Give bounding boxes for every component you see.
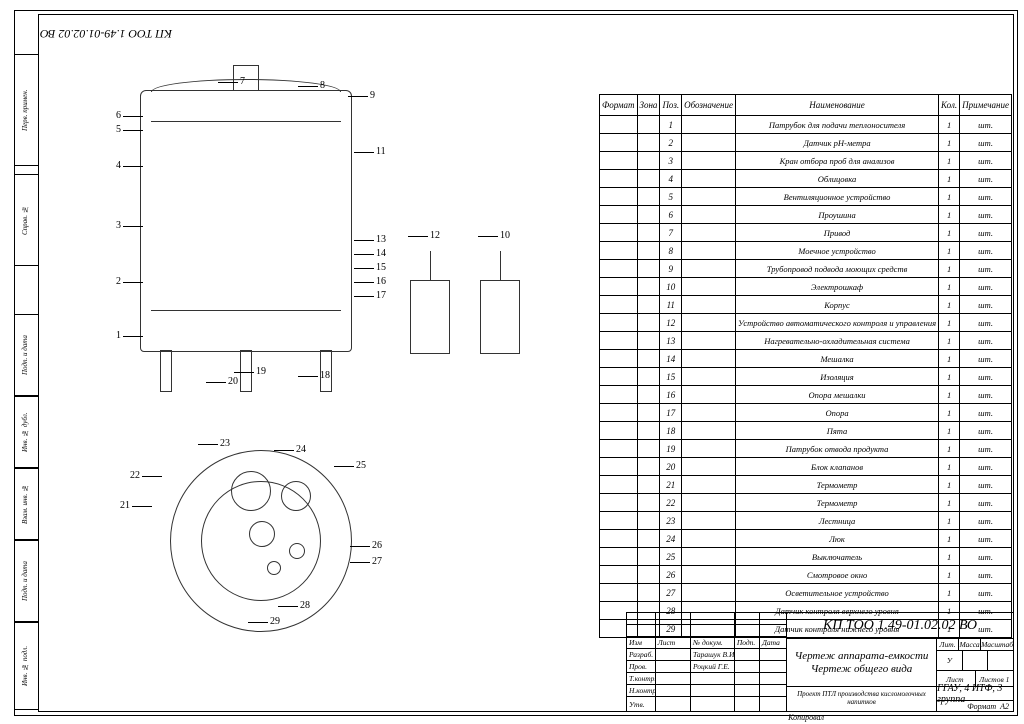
copied-by-label: Копировал — [788, 713, 824, 722]
tb-role-2: Пров. Роцкий Г.Е. — [627, 661, 787, 673]
tb-doc-number: КП ТОО 1.49-01.02.02 ВО — [787, 613, 1013, 639]
callout-16: 16 — [376, 276, 386, 287]
parts-list-header: Формат Зона Поз. Обозначение Наименовани… — [599, 95, 1011, 116]
strip-cell-5: Взам. инв. № — [14, 468, 38, 540]
callout-25: 25 — [356, 460, 366, 471]
table-row: 12Устройство автоматического контроля и … — [599, 314, 1011, 332]
tb-title: Чертеж аппарата-емкости Чертеж общего ви… — [787, 639, 937, 687]
table-row: 7Привод1шт. — [599, 224, 1011, 242]
cabinet-10 — [480, 280, 520, 354]
tb-meta: Лит. Масса Масштаб У Лист Листов 1 — [937, 639, 1013, 687]
callout-28: 28 — [300, 600, 310, 611]
table-row: 21Термометр1шт. — [599, 476, 1011, 494]
callout-14: 14 — [376, 248, 386, 259]
tb-format: Формат А2 — [937, 701, 1013, 711]
col-pos: Поз. — [660, 95, 682, 116]
callout-27: 27 — [372, 556, 382, 567]
tb-project: Проект ПТЛ производства кисломолочных на… — [787, 687, 937, 711]
callout-9: 9 — [370, 90, 375, 101]
callout-11: 11 — [376, 146, 386, 157]
callout-10: 10 — [500, 230, 510, 241]
title-block: Изм Лист № докум. Подп. Дата Разраб. Тар… — [626, 612, 1014, 712]
table-row: 27Осветительное устройство1шт. — [599, 584, 1011, 602]
col-designation: Обозначение — [682, 95, 736, 116]
tb-role-1: Разраб. Тарашук В.И. — [627, 649, 787, 661]
table-row: 14Мешалка1шт. — [599, 350, 1011, 368]
callout-4: 4 — [116, 160, 121, 171]
left-strip: Перв. примен. Справ. № Подп. и дата Инв.… — [14, 14, 39, 712]
drawing-sheet: КП ТОО 1.49-01.02.02 ВО Перв. примен. Сп… — [0, 0, 1024, 724]
strip-cell-3: Подп. и дата — [14, 314, 38, 396]
callout-21: 21 — [120, 500, 130, 511]
doc-number-mirrored: КП ТОО 1.49-01.02.02 ВО — [40, 24, 240, 40]
col-zone: Зона — [637, 95, 660, 116]
table-row: 9Трубопровод подвода моющих средств1шт. — [599, 260, 1011, 278]
col-name: Наименование — [736, 95, 939, 116]
strip-cell-2: Справ. № — [14, 174, 38, 266]
tb-header-row: Изм Лист № докум. Подп. Дата — [627, 637, 787, 649]
table-row: 18Пята1шт. — [599, 422, 1011, 440]
tb-role-3: Т.контр. — [627, 673, 787, 685]
callout-15: 15 — [376, 262, 386, 273]
cabinet-12 — [410, 280, 450, 354]
tb-org: ГГАУ, 4 ИТФ, 3 группа — [937, 687, 1013, 701]
table-row: 6Проушина1шт. — [599, 206, 1011, 224]
callout-8: 8 — [320, 80, 325, 91]
table-row: 8Моечное устройство1шт. — [599, 242, 1011, 260]
callout-13: 13 — [376, 234, 386, 245]
tank-top-view — [170, 450, 352, 632]
callout-17: 17 — [376, 290, 386, 301]
table-row: 23Лестница1шт. — [599, 512, 1011, 530]
col-format: Формат — [599, 95, 637, 116]
tank-side-view — [140, 90, 352, 352]
drawing-area: 6 5 4 3 2 1 7 8 9 11 13 14 15 16 17 12 1… — [60, 70, 580, 630]
callout-19: 19 — [256, 366, 266, 377]
callout-18: 18 — [320, 370, 330, 381]
strip-cell-1: Перв. примен. — [14, 54, 38, 166]
callout-22: 22 — [130, 470, 140, 481]
callout-7: 7 — [240, 76, 245, 87]
callout-1: 1 — [116, 330, 121, 341]
table-row: 3Кран отбора проб для анализов1шт. — [599, 152, 1011, 170]
callout-2: 2 — [116, 276, 121, 287]
callout-23: 23 — [220, 438, 230, 449]
callout-6: 6 — [116, 110, 121, 121]
tb-role-4: Н.контр. — [627, 685, 787, 697]
table-row: 15Изоляция1шт. — [599, 368, 1011, 386]
table-row: 17Опора1шт. — [599, 404, 1011, 422]
callout-26: 26 — [372, 540, 382, 551]
table-row: 22Термометр1шт. — [599, 494, 1011, 512]
col-note: Примечание — [960, 95, 1012, 116]
callout-24: 24 — [296, 444, 306, 455]
strip-cell-7: Инв. № подл. — [14, 622, 38, 710]
parts-list-table: Формат Зона Поз. Обозначение Наименовани… — [599, 94, 1012, 638]
callout-5: 5 — [116, 124, 121, 135]
tb-role-5: Утв. — [627, 697, 787, 711]
table-row: 11Корпус1шт. — [599, 296, 1011, 314]
callout-12: 12 — [430, 230, 440, 241]
table-row: 25Выключатель1шт. — [599, 548, 1011, 566]
tank-legs — [150, 350, 340, 390]
table-row: 1Патрубок для подачи теплоносителя1шт. — [599, 116, 1011, 134]
strip-cell-4: Инв. № дубл. — [14, 396, 38, 468]
table-row: 5Вентиляционное устройство1шт. — [599, 188, 1011, 206]
table-row: 20Блок клапанов1шт. — [599, 458, 1011, 476]
table-row: 10Электрошкаф1шт. — [599, 278, 1011, 296]
table-row: 16Опора мешалки1шт. — [599, 386, 1011, 404]
table-row: 2Датчик рН-метра1шт. — [599, 134, 1011, 152]
table-row: 13Нагревательно-охладительная система1шт… — [599, 332, 1011, 350]
strip-cell-6: Подп. и дата — [14, 540, 38, 622]
table-row: 19Патрубок отвода продукта1шт. — [599, 440, 1011, 458]
table-row: 26Смотровое окно1шт. — [599, 566, 1011, 584]
table-row: 24Люк1шт. — [599, 530, 1011, 548]
col-qty: Кол. — [939, 95, 960, 116]
callout-20: 20 — [228, 376, 238, 387]
callout-3: 3 — [116, 220, 121, 231]
callout-29: 29 — [270, 616, 280, 627]
table-row: 4Облицовка1шт. — [599, 170, 1011, 188]
